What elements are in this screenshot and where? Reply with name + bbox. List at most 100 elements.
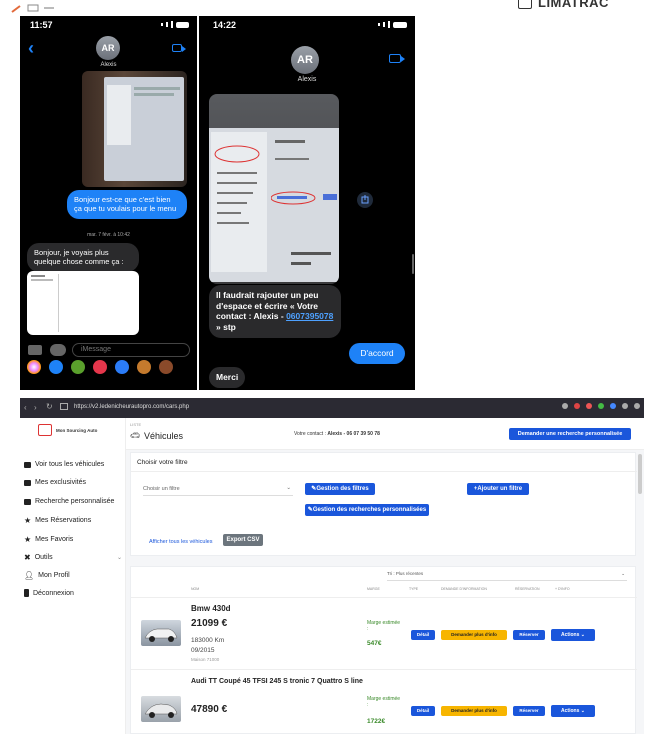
memoji-app-icon[interactable] xyxy=(159,360,173,374)
manage-searches-button[interactable]: ✎Gestion des recherches personnalisées xyxy=(305,504,429,516)
message-incoming: Merci xyxy=(209,367,245,388)
main-content: LISTE 🚗︎ Véhicules Votre contact : Alexi… xyxy=(126,418,644,734)
column-header: MARGE xyxy=(367,587,380,591)
table-row: Bmw 430d 21099 € 183000 Km 09/2015 Maiso… xyxy=(131,597,637,669)
photo-laptop-screen xyxy=(209,128,339,282)
nav-label: Déconnexion xyxy=(33,589,74,597)
back-icon[interactable]: ‹ xyxy=(28,38,34,59)
logo-icon xyxy=(38,424,52,436)
detail-button[interactable]: Détail xyxy=(411,706,435,716)
nav-item-exclusives[interactable]: Mes exclusivités xyxy=(24,479,86,486)
nav-item-tools[interactable]: ✖ Outils ⌄ xyxy=(24,553,122,562)
nav-label: Outils xyxy=(34,554,53,561)
column-header: NOM xyxy=(191,587,200,591)
nav-item-logout[interactable]: Déconnexion xyxy=(24,589,74,597)
actions-dropdown[interactable]: Actions ⌄ xyxy=(551,705,595,717)
vehicle-thumbnail[interactable] xyxy=(141,696,181,722)
button-label: Actions xyxy=(561,708,580,714)
filter-select[interactable]: Choisir un filtre ⌄ xyxy=(143,483,293,496)
extension-icon[interactable] xyxy=(586,403,592,409)
photo-sidebar xyxy=(211,132,267,272)
vehicle-name[interactable]: Audi TT Coupé 45 TFSI 245 S tronic 7 Qua… xyxy=(191,676,371,687)
camera-icon[interactable] xyxy=(28,345,42,355)
nav-item-custom-search[interactable]: Recherche personnalisée xyxy=(24,498,114,505)
export-csv-button[interactable]: Export CSV xyxy=(223,534,263,546)
extension-icon[interactable] xyxy=(622,403,628,409)
car-icon xyxy=(24,498,31,505)
select-placeholder: Choisir un filtre xyxy=(143,486,180,492)
forward-icon[interactable]: › xyxy=(34,403,37,412)
nav-item-all-vehicles[interactable]: Voir tous les véhicules xyxy=(24,461,104,468)
nav-item-favorites[interactable]: ★ Mes Favoris xyxy=(24,535,73,544)
nav-item-profile[interactable]: 👤︎ Mon Profil xyxy=(24,571,70,580)
app-icon[interactable] xyxy=(71,360,85,374)
photos-app-icon[interactable] xyxy=(27,360,41,374)
phone-screenshot-2: 14:22 AR Alexis Il faudrait rajouter un … xyxy=(199,16,415,390)
attached-photo[interactable] xyxy=(209,94,339,284)
status-icons xyxy=(161,21,189,28)
sort-label: Tri : Plus récentes xyxy=(387,571,424,576)
request-info-button[interactable]: Demander plus d'info xyxy=(441,630,507,640)
brand-logo[interactable]: Mon Sourcing Auto xyxy=(38,424,97,436)
extension-icon[interactable] xyxy=(610,403,616,409)
request-search-button[interactable]: Demander une recherche personnalisée xyxy=(509,428,631,440)
audio-app-icon[interactable] xyxy=(115,360,129,374)
message-input[interactable]: iMessage xyxy=(72,343,190,357)
vehicle-thumbnail[interactable] xyxy=(141,620,181,646)
extension-icon[interactable] xyxy=(562,403,568,409)
reserve-button[interactable]: Réserver xyxy=(513,706,545,716)
star-icon: ★ xyxy=(24,516,32,525)
preview-line xyxy=(31,279,53,281)
url-bar[interactable]: https://v2.ledenicheurautopro.com/cars.p… xyxy=(74,404,189,410)
nav-label: Recherche personnalisée xyxy=(35,498,115,505)
browser-toolbar: ‹ › ↻ https://v2.ledenicheurautopro.com/… xyxy=(20,398,644,418)
car-icon xyxy=(24,479,31,486)
avatar[interactable]: AR xyxy=(291,46,319,74)
scrollbar[interactable] xyxy=(638,454,642,494)
video-call-icon[interactable] xyxy=(172,44,186,52)
attached-image-preview[interactable] xyxy=(27,271,139,335)
sidebar: Mon Sourcing Auto Voir tous les véhicule… xyxy=(20,418,126,734)
vehicle-ref: Maison 71000 xyxy=(191,657,220,662)
page-title: Véhicules xyxy=(144,431,184,441)
table-header: NOM MARGE TYPE DEMANDE D'INFORMATION RÉS… xyxy=(131,585,637,595)
contact-name[interactable]: Alexis xyxy=(199,76,415,83)
reload-icon[interactable]: ↻ xyxy=(46,402,53,411)
phone-link[interactable]: 0607395078 xyxy=(286,311,333,321)
actions-dropdown[interactable]: Actions ⌄ xyxy=(551,629,595,641)
appstore-app-icon[interactable] xyxy=(49,360,63,374)
contact-name[interactable]: Alexis xyxy=(20,62,197,68)
menu-icon[interactable] xyxy=(634,403,640,409)
vehicle-price: 21099 € xyxy=(191,618,228,629)
extension-icon[interactable] xyxy=(574,403,580,409)
vehicle-table: Tri : Plus récentes ⌄ NOM MARGE TYPE DEMA… xyxy=(130,566,637,734)
nav-label: Mes Favoris xyxy=(35,536,74,543)
photo-sidebar xyxy=(107,85,131,145)
extension-icon[interactable] xyxy=(598,403,604,409)
message-incoming: Bonjour, je voyais plus quelque chose co… xyxy=(27,243,139,272)
nav-label: Mon Profil xyxy=(38,572,70,579)
top-strip: LIMATRAC xyxy=(0,0,667,16)
sort-select[interactable]: Tri : Plus récentes ⌄ xyxy=(387,571,627,581)
share-icon[interactable] xyxy=(357,192,373,208)
status-time: 14:22 xyxy=(213,20,237,30)
tab-icon[interactable] xyxy=(60,403,68,410)
avatar[interactable]: AR xyxy=(96,36,120,60)
message-incoming: Il faudrait rajouter un peu d'espace et … xyxy=(209,285,341,338)
request-info-button[interactable]: Demander plus d'info xyxy=(441,706,507,716)
show-all-link[interactable]: Afficher tous les véhicules xyxy=(149,539,213,545)
nav-item-reservations[interactable]: ★ Mes Réservations xyxy=(24,516,91,525)
divider xyxy=(131,471,637,472)
video-call-icon[interactable] xyxy=(389,54,405,63)
apps-icon[interactable] xyxy=(50,344,66,356)
reserve-button[interactable]: Réserver xyxy=(513,630,545,640)
vehicle-name[interactable]: Bmw 430d xyxy=(191,604,231,613)
detail-button[interactable]: Détail xyxy=(411,630,435,640)
search-app-icon[interactable] xyxy=(93,360,107,374)
manage-filters-button[interactable]: ✎Gestion des filtres xyxy=(305,483,375,495)
attached-photo[interactable] xyxy=(82,71,187,187)
back-icon[interactable]: ‹ xyxy=(24,403,27,412)
add-filter-button[interactable]: +Ajouter un filtre xyxy=(467,483,529,495)
memoji-app-icon[interactable] xyxy=(137,360,151,374)
photo-laptop-screen xyxy=(104,77,184,181)
